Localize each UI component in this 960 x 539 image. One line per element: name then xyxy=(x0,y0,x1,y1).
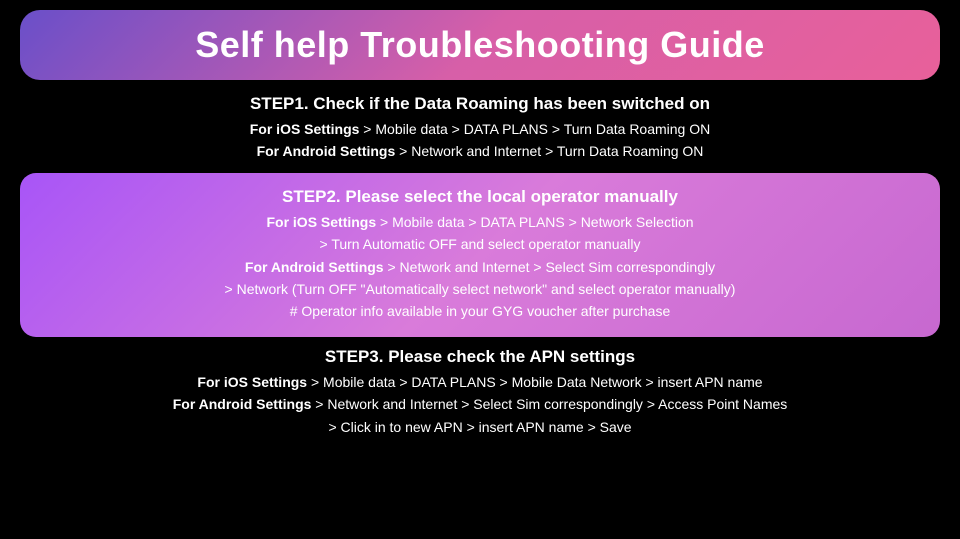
step2-title: STEP2. Please select the local operator … xyxy=(40,187,920,207)
step2-line5: # Operator info available in your GYG vo… xyxy=(40,300,920,322)
step1-ios-rest: > Mobile data > DATA PLANS > Turn Data R… xyxy=(359,121,710,137)
step1-line1: For iOS Settings > Mobile data > DATA PL… xyxy=(20,118,940,140)
step2-line3: For Android Settings > Network and Inter… xyxy=(40,256,920,278)
step2-android-label: For Android Settings xyxy=(245,259,384,275)
step3-ios-rest: > Mobile data > DATA PLANS > Mobile Data… xyxy=(307,374,762,390)
title-banner: Self help Troubleshooting Guide xyxy=(20,10,940,80)
step3-line1: For iOS Settings > Mobile data > DATA PL… xyxy=(20,371,940,393)
step1-section: STEP1. Check if the Data Roaming has bee… xyxy=(20,94,940,163)
step2-android-rest: > Network and Internet > Select Sim corr… xyxy=(384,259,716,275)
step2-ios-label: For iOS Settings xyxy=(266,214,376,230)
page-title: Self help Troubleshooting Guide xyxy=(195,24,765,65)
step3-ios-label: For iOS Settings xyxy=(197,374,307,390)
step3-line3: > Click in to new APN > insert APN name … xyxy=(20,416,940,438)
step1-ios-label: For iOS Settings xyxy=(250,121,360,137)
step1-line2: For Android Settings > Network and Inter… xyxy=(20,140,940,162)
step1-android-rest: > Network and Internet > Turn Data Roami… xyxy=(395,143,703,159)
step1-title: STEP1. Check if the Data Roaming has bee… xyxy=(20,94,940,114)
step2-line2: > Turn Automatic OFF and select operator… xyxy=(40,233,920,255)
step2-line1: For iOS Settings > Mobile data > DATA PL… xyxy=(40,211,920,233)
step3-title: STEP3. Please check the APN settings xyxy=(20,347,940,367)
step3-line2: For Android Settings > Network and Inter… xyxy=(20,393,940,415)
step2-section: STEP2. Please select the local operator … xyxy=(20,173,940,337)
step1-android-label: For Android Settings xyxy=(257,143,396,159)
step3-android-label: For Android Settings xyxy=(173,396,312,412)
step2-ios-rest: > Mobile data > DATA PLANS > Network Sel… xyxy=(376,214,693,230)
step2-line4: > Network (Turn OFF "Automatically selec… xyxy=(40,278,920,300)
step3-android-rest: > Network and Internet > Select Sim corr… xyxy=(311,396,787,412)
step3-section: STEP3. Please check the APN settings For… xyxy=(20,347,940,438)
